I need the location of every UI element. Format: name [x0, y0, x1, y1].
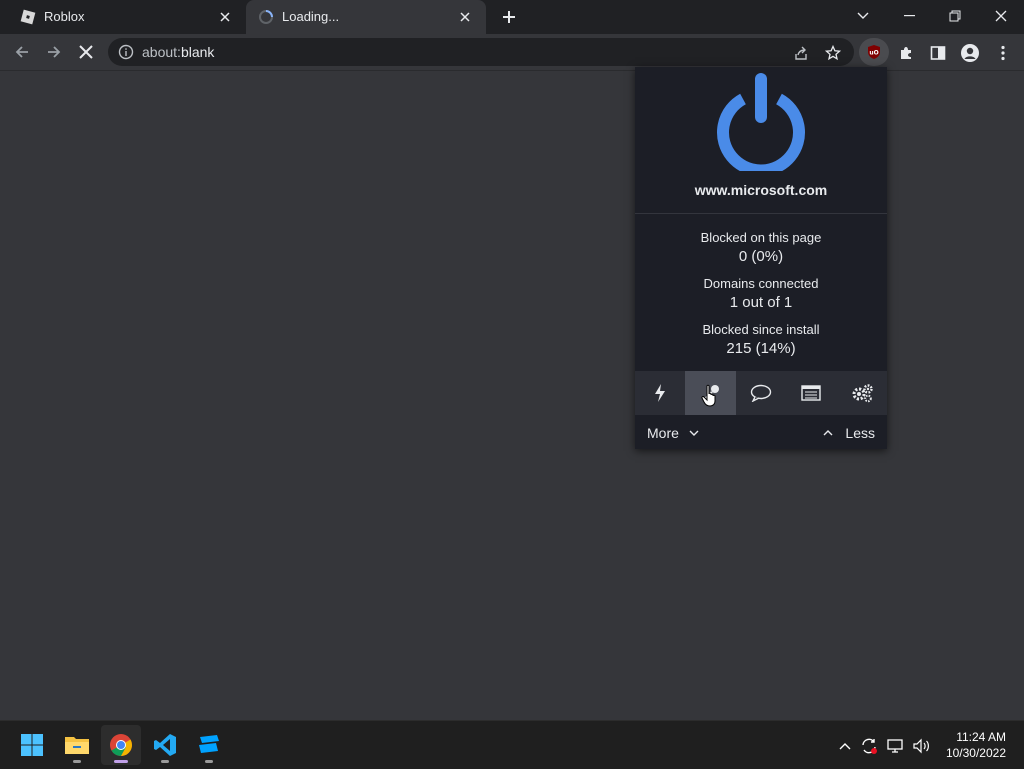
speaker-icon	[913, 738, 929, 754]
close-tab-icon[interactable]	[456, 8, 474, 26]
taskbar-clock[interactable]: 11:24 AM 10/30/2022	[936, 729, 1006, 761]
more-less-row: More Less	[635, 415, 887, 449]
network-tray-button[interactable]	[886, 736, 906, 756]
stat-label: Blocked since install	[702, 322, 820, 337]
more-label: More	[647, 425, 679, 441]
windows-taskbar: 11:24 AM 10/30/2022	[0, 720, 1024, 769]
new-tab-button[interactable]	[498, 6, 520, 28]
vscode-icon	[154, 734, 176, 756]
side-panel-icon	[930, 46, 946, 60]
no-popups-button[interactable]	[635, 371, 685, 415]
restore-button[interactable]	[932, 0, 978, 32]
stat-value: 1 out of 1	[729, 294, 793, 311]
chevron-down-icon	[857, 12, 869, 19]
logger-icon	[801, 385, 822, 401]
extensions-button[interactable]	[893, 40, 919, 66]
avatar-icon	[961, 44, 979, 62]
arrow-right-icon	[48, 46, 61, 58]
page-hostname: www.microsoft.com	[694, 182, 828, 198]
svg-text:uO: uO	[869, 50, 878, 57]
popup-tools-row	[635, 371, 887, 415]
bookmark-star-icon[interactable]	[822, 42, 844, 64]
chevron-up-icon	[839, 743, 851, 750]
vscode-taskbar-button[interactable]	[145, 725, 185, 765]
share-icon[interactable]	[790, 42, 812, 64]
roblox-studio-icon	[199, 735, 219, 753]
show-hidden-icons-button[interactable]	[835, 736, 855, 756]
less-label: Less	[845, 425, 875, 441]
chrome-taskbar-button[interactable]	[101, 725, 141, 765]
restore-icon	[949, 10, 961, 22]
tab-title: Loading...	[282, 9, 340, 24]
profile-button[interactable]	[957, 40, 983, 66]
close-icon	[79, 45, 93, 59]
network-icon	[887, 739, 903, 753]
url-text: about:blank	[142, 44, 214, 60]
start-button[interactable]	[12, 725, 52, 765]
logger-button[interactable]	[786, 371, 836, 415]
running-indicator	[205, 760, 213, 763]
windows-start-icon	[21, 734, 43, 756]
report-issue-button[interactable]	[736, 371, 786, 415]
url-scheme: about:	[142, 44, 181, 60]
less-button[interactable]: Less	[823, 425, 875, 441]
roblox-studio-taskbar-button[interactable]	[189, 725, 229, 765]
ublock-origin-button[interactable]: uO	[859, 38, 889, 66]
close-icon	[995, 10, 1007, 22]
close-tab-icon[interactable]	[216, 8, 234, 26]
running-indicator	[73, 760, 81, 763]
ublock-popup: www.microsoft.com Blocked on this page 0…	[635, 67, 887, 449]
running-indicator	[161, 760, 169, 763]
puzzle-icon	[901, 47, 911, 59]
tab-search-button[interactable]	[840, 0, 886, 32]
file-explorer-icon	[65, 737, 89, 754]
chrome-menu-button[interactable]	[990, 40, 1016, 66]
arrow-left-icon	[15, 46, 28, 58]
more-vert-icon	[1001, 45, 1005, 61]
stat-value: 0 (0%)	[738, 248, 784, 265]
forward-button[interactable]	[40, 38, 68, 66]
close-window-button[interactable]	[978, 0, 1024, 32]
roblox-icon	[20, 9, 36, 25]
clock-date: 10/30/2022	[945, 746, 1006, 760]
side-panel-button[interactable]	[925, 40, 951, 66]
stop-loading-button[interactable]	[72, 38, 100, 66]
plus-icon	[503, 11, 515, 23]
more-button[interactable]: More	[647, 425, 699, 441]
hand-cursor-icon	[701, 384, 716, 407]
minimize-icon	[903, 15, 915, 17]
file-explorer-button[interactable]	[57, 725, 97, 765]
chevron-down-icon	[689, 430, 699, 436]
speech-bubble-icon	[750, 384, 772, 402]
back-button[interactable]	[8, 38, 36, 66]
url-host: blank	[180, 44, 215, 60]
chrome-icon	[110, 734, 132, 756]
sync-tray-button[interactable]	[859, 736, 879, 756]
tab-roblox[interactable]: Roblox	[8, 0, 246, 34]
tab-loading[interactable]: Loading...	[246, 0, 486, 34]
address-bar[interactable]: about:blank	[108, 38, 854, 66]
tab-title: Roblox	[44, 9, 85, 24]
chevron-up-icon	[823, 430, 833, 436]
lightning-icon	[655, 384, 666, 402]
power-switch-icon[interactable]	[711, 71, 811, 171]
volume-tray-button[interactable]	[911, 736, 931, 756]
clock-time: 11:24 AM	[956, 730, 1006, 744]
dashboard-button[interactable]	[837, 371, 887, 415]
stat-label: Domains connected	[703, 276, 819, 291]
tab-strip: Roblox Loading...	[0, 0, 1024, 34]
active-indicator	[114, 760, 128, 763]
loading-spinner-icon	[258, 9, 274, 25]
sync-icon	[862, 738, 877, 754]
divider	[635, 213, 887, 214]
gears-icon	[852, 384, 873, 403]
ublock-origin-icon: uO	[868, 45, 880, 59]
minimize-button[interactable]	[886, 0, 932, 32]
info-icon[interactable]	[118, 44, 134, 65]
stat-value: 215 (14%)	[726, 340, 796, 357]
stat-label: Blocked on this page	[700, 230, 822, 245]
